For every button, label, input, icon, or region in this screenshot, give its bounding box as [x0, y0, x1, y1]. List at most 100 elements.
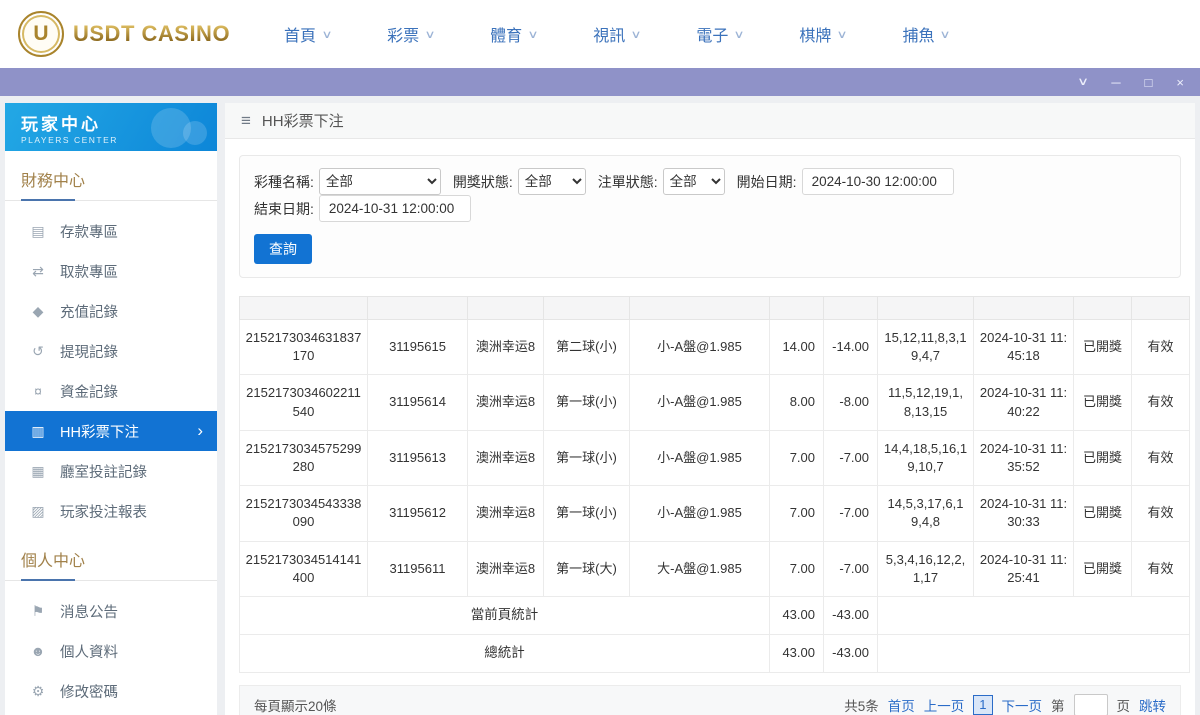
finance-menu: ▤ 存款專區 › ⇄ 取款專區 › ◆ 充值記錄 › ↺ 提現記錄 › ¤ 資金…	[5, 211, 217, 531]
cell-order-status: 有效	[1131, 429, 1190, 487]
filter-row: 彩種名稱: 全部 開獎狀態: 全部 注單狀態: 全部 開始日期: 2024-10…	[254, 168, 1166, 222]
total-summary-empty	[877, 633, 1190, 673]
jump-button[interactable]: 跳转	[1139, 695, 1166, 715]
draw-status-select[interactable]: 全部	[517, 168, 586, 195]
nav-item[interactable]: 捕魚 ∨	[902, 22, 951, 46]
column-header	[467, 296, 544, 320]
players-center-banner: 玩家中心 PLAYERS CENTER	[5, 103, 217, 151]
window-minimize-icon[interactable]: ─	[1111, 76, 1120, 89]
start-date-input[interactable]	[801, 168, 954, 195]
chevron-down-icon: ∨	[836, 28, 849, 41]
player-report-icon: ▨	[31, 502, 45, 519]
cell-bet-info: 小-A盤@1.985	[629, 485, 770, 542]
window-close-icon[interactable]: ×	[1176, 76, 1184, 89]
total-summary-bet: 43.00	[769, 633, 824, 673]
cell-bet-amount: 14.00	[769, 318, 824, 376]
prev-page-link[interactable]: 上一页	[924, 695, 965, 715]
cell-play-type: 第一球(小)	[543, 485, 630, 542]
first-page-link[interactable]: 首页	[888, 695, 915, 715]
controller-icon-small	[183, 121, 207, 145]
sidebar-item[interactable]: ☻ 個人資料 ›	[5, 631, 217, 671]
column-header	[629, 296, 770, 320]
page-size-text: 每頁顯示20條	[254, 698, 337, 714]
cell-win-loss: -8.00	[823, 374, 878, 431]
sidebar-item[interactable]: ⚙ 修改密碼 ›	[5, 671, 217, 711]
current-page-indicator[interactable]: 1	[973, 694, 993, 715]
cell-draw-result: 14,4,18,5,16,19,10,7	[877, 429, 974, 487]
cell-order-status: 有效	[1131, 540, 1190, 597]
page-summary-empty	[877, 595, 1190, 635]
logo[interactable]: U USDT CASINO	[18, 11, 270, 57]
cell-play-type: 第一球(大)	[543, 540, 630, 597]
logo-icon: U	[18, 11, 64, 57]
cell-bet-time: 2024-10-31 11:45:18	[973, 318, 1074, 376]
withdraw-record-icon: ↺	[32, 342, 44, 359]
chevron-down-icon: ∨	[630, 28, 642, 41]
column-header	[1073, 296, 1132, 320]
window-maximize-icon[interactable]: □	[1145, 76, 1153, 89]
nav-item[interactable]: 視訊 ∨	[593, 22, 642, 46]
nav-item[interactable]: 體育 ∨	[490, 22, 539, 46]
draw-status-filter-group: 開獎狀態: 全部	[453, 168, 586, 195]
sidebar-item-label: 充值記錄	[60, 304, 118, 321]
page-summary-row: 當前頁統計 43.00 -43.00	[239, 595, 1190, 635]
nav-item-label: 首頁	[284, 28, 317, 45]
personal-menu: ⚑ 消息公告 › ☻ 個人資料 › ⚙ 修改密碼 ›	[5, 591, 217, 711]
sidebar-item[interactable]: ▦ 廳室投註記錄 ›	[5, 451, 217, 491]
window-chevron-icon[interactable]: ∨	[1077, 76, 1089, 88]
sidebar-item-label: 取款專區	[60, 264, 118, 281]
search-button[interactable]: 查詢	[254, 234, 312, 264]
hamburger-menu-icon[interactable]: ≡	[241, 111, 251, 131]
section-personal-title: 個人中心	[5, 547, 217, 581]
nav-item[interactable]: 首頁 ∨	[284, 22, 333, 46]
sidebar-item-label: 存款專區	[60, 224, 118, 241]
total-summary-row: 總統計 43.00 -43.00	[239, 633, 1190, 673]
nav-item[interactable]: 電子 ∨	[696, 22, 746, 46]
main-nav: 首頁 ∨ 彩票 ∨ 體育 ∨ 視訊 ∨ 電子 ∨ 棋牌 ∨ 捕魚 ∨	[284, 22, 951, 46]
cell-win-loss: -7.00	[823, 429, 878, 487]
chevron-down-icon: ∨	[527, 28, 539, 41]
nav-item[interactable]: 彩票 ∨	[387, 22, 436, 46]
cell-order-number: 2152173034575299280	[239, 429, 368, 487]
start-date-group: 開始日期:	[737, 168, 954, 195]
cell-draw-result: 15,12,11,8,3,19,4,7	[877, 318, 974, 376]
logo-text: USDT CASINO	[73, 21, 231, 46]
filter-panel: 彩種名稱: 全部 開獎狀態: 全部 注單狀態: 全部 開始日期: 2024-10…	[239, 155, 1181, 278]
recharge-record-icon: ◆	[32, 302, 44, 319]
cell-bet-info: 小-A盤@1.985	[629, 374, 770, 431]
sidebar-item-label: HH彩票下注	[60, 424, 139, 441]
sidebar-item[interactable]: ◆ 充值記錄 ›	[5, 291, 217, 331]
cell-order-number: 2152173034514141400	[239, 540, 368, 597]
start-date-label: 開始日期:	[736, 173, 797, 190]
nav-item-label: 體育	[490, 28, 523, 45]
sidebar-item[interactable]: ▨ 玩家投注報表 ›	[5, 491, 217, 531]
column-header	[823, 296, 878, 320]
sidebar-item[interactable]: ¤ 資金記錄 ›	[5, 371, 217, 411]
cell-draw-status: 已開獎	[1073, 318, 1132, 376]
lottery-select[interactable]: 全部	[318, 168, 441, 195]
sidebar-item[interactable]: ↺ 提現記錄 ›	[5, 331, 217, 371]
table-row: 2152173034514141400 31195611 澳洲幸运8 第一球(大…	[239, 540, 1190, 597]
cell-bet-info: 小-A盤@1.985	[629, 429, 770, 487]
end-date-input[interactable]	[318, 195, 471, 222]
sidebar-item[interactable]: ⚑ 消息公告 ›	[5, 591, 217, 631]
cell-order-status: 有效	[1131, 485, 1190, 542]
cell-draw-status: 已開獎	[1073, 540, 1132, 597]
cell-draw-status: 已開獎	[1073, 485, 1132, 542]
cell-bet-time: 2024-10-31 11:35:52	[973, 429, 1074, 487]
sidebar-item[interactable]: ▥ HH彩票下注 ›	[5, 411, 217, 451]
order-status-filter-label: 注單狀態:	[597, 173, 658, 190]
nav-item-label: 彩票	[387, 28, 420, 45]
funds-record-icon: ¤	[34, 383, 42, 399]
table-row: 2152173034631837170 31195615 澳洲幸运8 第二球(小…	[239, 318, 1190, 376]
nav-item-label: 電子	[696, 28, 729, 45]
order-status-select[interactable]: 全部	[662, 168, 725, 195]
nav-item[interactable]: 棋牌 ∨	[799, 22, 849, 46]
chevron-down-icon: ∨	[733, 28, 746, 41]
page-title: HH彩票下注	[261, 113, 344, 130]
page-jump-input[interactable]	[1073, 693, 1108, 715]
sidebar-item[interactable]: ▤ 存款專區 ›	[5, 211, 217, 251]
next-page-link[interactable]: 下一页	[1002, 695, 1043, 715]
sidebar-item-label: 個人資料	[60, 644, 118, 661]
sidebar-item[interactable]: ⇄ 取款專區 ›	[5, 251, 217, 291]
